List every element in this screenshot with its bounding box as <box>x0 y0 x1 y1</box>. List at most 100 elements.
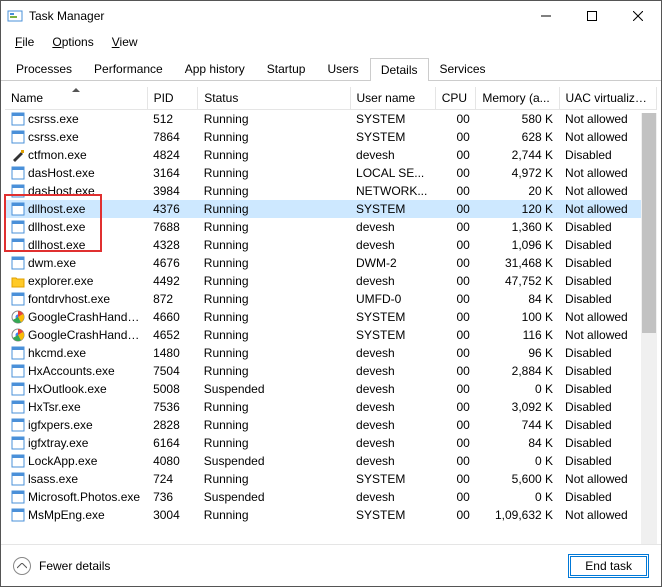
cell-mem: 2,884 K <box>476 362 559 380</box>
table-row[interactable]: MsMpEng.exe3004RunningSYSTEM001,09,632 K… <box>5 506 657 524</box>
cell-mem: 0 K <box>476 488 559 506</box>
cell-name: HxOutlook.exe <box>5 380 147 398</box>
process-icon <box>11 490 25 504</box>
tab-bar: Processes Performance App history Startu… <box>1 53 661 81</box>
process-icon <box>11 364 25 378</box>
window-controls <box>523 1 661 31</box>
cell-name: explorer.exe <box>5 272 147 290</box>
cell-mem: 116 K <box>476 326 559 344</box>
tab-users[interactable]: Users <box>316 57 369 80</box>
cell-cpu: 00 <box>435 182 476 200</box>
cell-pid: 7504 <box>147 362 198 380</box>
menu-options[interactable]: Options <box>44 33 101 51</box>
tab-startup[interactable]: Startup <box>256 57 317 80</box>
table-row[interactable]: HxTsr.exe7536Runningdevesh003,092 KDisab… <box>5 398 657 416</box>
cell-user: LOCAL SE... <box>350 164 435 182</box>
table-row[interactable]: dllhost.exe7688Runningdevesh001,360 KDis… <box>5 218 657 236</box>
col-pid[interactable]: PID <box>147 87 198 110</box>
col-cpu[interactable]: CPU <box>435 87 476 110</box>
table-row[interactable]: dwm.exe4676RunningDWM-20031,468 KDisable… <box>5 254 657 272</box>
menu-file[interactable]: File <box>7 33 42 51</box>
tab-performance[interactable]: Performance <box>83 57 174 80</box>
cell-status: Running <box>198 272 350 290</box>
table-row[interactable]: GoogleCrashHandler...4652RunningSYSTEM00… <box>5 326 657 344</box>
cell-name: dllhost.exe <box>5 218 147 236</box>
cell-user: devesh <box>350 416 435 434</box>
table-row[interactable]: igfxtray.exe6164Runningdevesh0084 KDisab… <box>5 434 657 452</box>
table-row[interactable]: explorer.exe4492Runningdevesh0047,752 KD… <box>5 272 657 290</box>
cell-mem: 84 K <box>476 434 559 452</box>
table-row[interactable]: lsass.exe724RunningSYSTEM005,600 KNot al… <box>5 470 657 488</box>
col-user[interactable]: User name <box>350 87 435 110</box>
close-button[interactable] <box>615 1 661 31</box>
cell-user: devesh <box>350 452 435 470</box>
cell-user: devesh <box>350 488 435 506</box>
cell-user: SYSTEM <box>350 200 435 218</box>
cell-cpu: 00 <box>435 164 476 182</box>
cell-pid: 4676 <box>147 254 198 272</box>
cell-pid: 6164 <box>147 434 198 452</box>
end-task-button[interactable]: End task <box>568 554 649 578</box>
cell-pid: 1480 <box>147 344 198 362</box>
cell-pid: 5008 <box>147 380 198 398</box>
table-row[interactable]: dasHost.exe3984RunningNETWORK...0020 KNo… <box>5 182 657 200</box>
tab-details[interactable]: Details <box>370 58 429 81</box>
cell-status: Suspended <box>198 380 350 398</box>
tab-services[interactable]: Services <box>429 57 497 80</box>
cell-status: Running <box>198 164 350 182</box>
cell-cpu: 00 <box>435 344 476 362</box>
cell-name: hkcmd.exe <box>5 344 147 362</box>
cell-status: Running <box>198 218 350 236</box>
cell-cpu: 00 <box>435 272 476 290</box>
chevron-up-icon <box>13 557 31 575</box>
table-row[interactable]: Microsoft.Photos.exe736Suspendeddevesh00… <box>5 488 657 506</box>
cell-cpu: 00 <box>435 308 476 326</box>
col-status[interactable]: Status <box>198 87 350 110</box>
table-row[interactable]: fontdrvhost.exe872RunningUMFD-00084 KDis… <box>5 290 657 308</box>
cell-pid: 7688 <box>147 218 198 236</box>
cell-status: Running <box>198 182 350 200</box>
table-row[interactable]: dllhost.exe4376RunningSYSTEM00120 KNot a… <box>5 200 657 218</box>
table-row[interactable]: igfxpers.exe2828Runningdevesh00744 KDisa… <box>5 416 657 434</box>
process-icon <box>11 166 25 180</box>
cell-user: devesh <box>350 434 435 452</box>
minimize-button[interactable] <box>523 1 569 31</box>
cell-name: MsMpEng.exe <box>5 506 147 524</box>
maximize-button[interactable] <box>569 1 615 31</box>
cell-user: SYSTEM <box>350 308 435 326</box>
table-row[interactable]: GoogleCrashHandler...4660RunningSYSTEM00… <box>5 308 657 326</box>
process-icon <box>11 292 25 306</box>
menubar: File Options View <box>1 31 661 53</box>
cell-user: SYSTEM <box>350 128 435 146</box>
table-row[interactable]: csrss.exe7864RunningSYSTEM00628 KNot all… <box>5 128 657 146</box>
cell-pid: 736 <box>147 488 198 506</box>
cell-pid: 724 <box>147 470 198 488</box>
col-uac[interactable]: UAC virtualizat... <box>559 87 656 110</box>
process-icon <box>11 256 25 270</box>
cell-mem: 4,972 K <box>476 164 559 182</box>
col-mem[interactable]: Memory (a... <box>476 87 559 110</box>
tab-apphistory[interactable]: App history <box>174 57 256 80</box>
tab-processes[interactable]: Processes <box>5 57 83 80</box>
cell-mem: 1,09,632 K <box>476 506 559 524</box>
cell-pid: 4328 <box>147 236 198 254</box>
table-row[interactable]: hkcmd.exe1480Runningdevesh0096 KDisabled <box>5 344 657 362</box>
table-row[interactable]: HxAccounts.exe7504Runningdevesh002,884 K… <box>5 362 657 380</box>
scrollbar-thumb[interactable] <box>642 113 656 333</box>
cell-status: Running <box>198 200 350 218</box>
menu-view[interactable]: View <box>104 33 146 51</box>
cell-cpu: 00 <box>435 488 476 506</box>
col-name[interactable]: Name <box>5 87 147 110</box>
cell-user: SYSTEM <box>350 470 435 488</box>
table-row[interactable]: LockApp.exe4080Suspendeddevesh000 KDisab… <box>5 452 657 470</box>
fewer-details-button[interactable]: Fewer details <box>13 557 110 575</box>
vertical-scrollbar[interactable] <box>641 113 657 549</box>
cell-pid: 872 <box>147 290 198 308</box>
cell-status: Running <box>198 146 350 164</box>
table-row[interactable]: ctfmon.exe4824Runningdevesh002,744 KDisa… <box>5 146 657 164</box>
table-row[interactable]: dllhost.exe4328Runningdevesh001,096 KDis… <box>5 236 657 254</box>
table-row[interactable]: csrss.exe512RunningSYSTEM00580 KNot allo… <box>5 110 657 128</box>
table-row[interactable]: dasHost.exe3164RunningLOCAL SE...004,972… <box>5 164 657 182</box>
cell-pid: 4660 <box>147 308 198 326</box>
table-row[interactable]: HxOutlook.exe5008Suspendeddevesh000 KDis… <box>5 380 657 398</box>
